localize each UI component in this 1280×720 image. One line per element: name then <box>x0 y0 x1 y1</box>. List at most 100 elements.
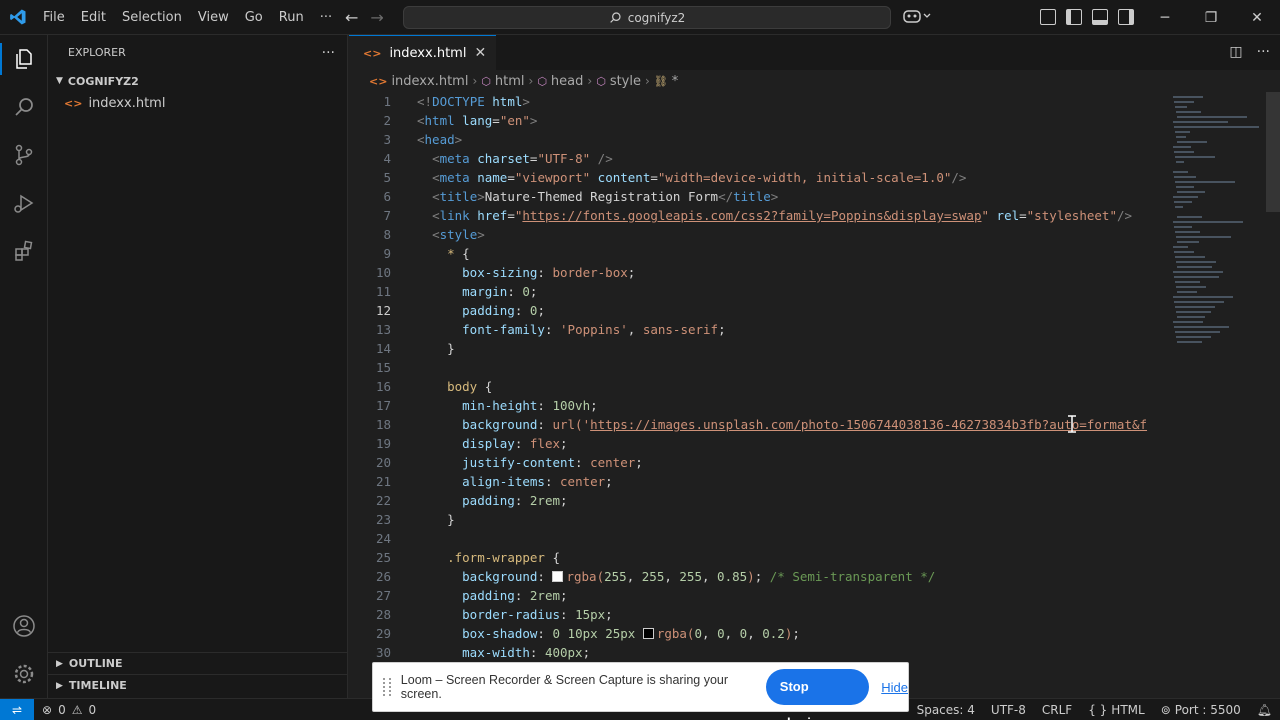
line-number: 19 <box>375 436 391 451</box>
code-line[interactable]: 11 margin: 0; <box>349 282 1169 301</box>
code-line[interactable]: 25 .form-wrapper { <box>349 548 1169 567</box>
chevron-right-icon: › <box>472 74 478 88</box>
toggle-secondary-sidebar-icon[interactable] <box>1118 9 1134 25</box>
timeline-section[interactable]: ▶ TIMELINE <box>48 674 348 696</box>
split-editor-icon[interactable]: ◫ <box>1229 44 1242 60</box>
code-line[interactable]: 22 padding: 2rem; <box>349 491 1169 510</box>
hide-link[interactable]: Hide <box>881 680 908 695</box>
breadcrumb-file[interactable]: indexx.html <box>391 74 468 89</box>
port-label: Port : 5500 <box>1174 703 1241 717</box>
close-window-icon[interactable]: ✕ <box>1234 0 1280 35</box>
code-line[interactable]: 19 display: flex; <box>349 434 1169 453</box>
code-line[interactable]: 14 } <box>349 339 1169 358</box>
minimap-line <box>1173 321 1203 323</box>
breadcrumb-html[interactable]: html <box>495 74 525 89</box>
customize-layout-icon[interactable] <box>1040 9 1056 25</box>
close-tab-icon[interactable]: ✕ <box>474 45 486 61</box>
code-line[interactable]: 2 <html lang="en"> <box>349 111 1169 130</box>
toggle-primary-sidebar-icon[interactable] <box>1066 9 1082 25</box>
code-line[interactable]: 15 <box>349 358 1169 377</box>
code-line[interactable]: 1 <!DOCTYPE html> <box>349 92 1169 111</box>
copilot-icon[interactable] <box>903 8 931 28</box>
code-line[interactable]: 18 background: url('https://images.unspl… <box>349 415 1169 434</box>
code-line[interactable]: 26 background: rgba(255, 255, 255, 0.85)… <box>349 567 1169 586</box>
code-line[interactable]: 6 <title>Nature-Themed Registration Form… <box>349 187 1169 206</box>
toggle-panel-icon[interactable] <box>1092 9 1108 25</box>
restore-icon[interactable]: ❐ <box>1188 0 1234 35</box>
menu-more[interactable]: ··· <box>312 0 340 35</box>
live-server-status[interactable]: ⊚ Port : 5500 <box>1153 699 1249 720</box>
folder-cognifyz2[interactable]: ▼ COGNIFYZ2 <box>48 70 347 92</box>
minimap-line <box>1175 106 1187 108</box>
code-line[interactable]: 13 font-family: 'Poppins', sans-serif; <box>349 320 1169 339</box>
code-line[interactable]: 28 border-radius: 15px; <box>349 605 1169 624</box>
code-line[interactable]: 24 <box>349 529 1169 548</box>
menu-selection[interactable]: Selection <box>114 0 190 35</box>
outline-section[interactable]: ▶ OUTLINE <box>48 652 348 674</box>
minimap[interactable] <box>1169 92 1269 352</box>
code-line[interactable]: 4 <meta charset="UTF-8" /> <box>349 149 1169 168</box>
minimize-icon[interactable]: ─ <box>1142 0 1188 35</box>
code-line[interactable]: 17 min-height: 100vh; <box>349 396 1169 415</box>
code-line[interactable]: 5 <meta name="viewport" content="width=d… <box>349 168 1169 187</box>
breadcrumb-selector[interactable]: * <box>672 74 679 89</box>
broadcast-icon: ⊚ <box>1160 703 1171 717</box>
code-line[interactable]: 16 body { <box>349 377 1169 396</box>
line-text: min-height: 100vh; <box>462 398 598 413</box>
breadcrumb-style[interactable]: style <box>610 74 641 89</box>
code-line[interactable]: 9 * { <box>349 244 1169 263</box>
minimap-line <box>1176 111 1201 113</box>
code-line[interactable]: 21 align-items: center; <box>349 472 1169 491</box>
code-line[interactable]: 23 } <box>349 510 1169 529</box>
eol-status[interactable]: CRLF <box>1034 699 1080 720</box>
line-text: <!DOCTYPE html> <box>417 94 530 109</box>
run-debug-icon[interactable] <box>0 179 48 227</box>
code-line[interactable]: 7 <link href="https://fonts.googleapis.c… <box>349 206 1169 225</box>
code-line[interactable]: 12 padding: 0; <box>349 301 1169 320</box>
minimap-line <box>1177 266 1212 268</box>
chevron-right-icon: ▶ <box>56 680 63 691</box>
tab-indexx-html[interactable]: <> indexx.html ✕ <box>349 35 497 70</box>
remote-indicator-icon[interactable]: ⇌ <box>0 698 34 720</box>
code-editor[interactable]: 1 <!DOCTYPE html> 2 <html lang="en"> 3 <head>… <box>349 92 1169 698</box>
explorer-icon[interactable] <box>0 35 48 83</box>
code-line[interactable]: 8 <style> <box>349 225 1169 244</box>
code-line[interactable]: 3 <head> <box>349 130 1169 149</box>
line-text: background: url('https://images.unsplash… <box>462 417 1148 432</box>
menu-view[interactable]: View <box>190 0 237 35</box>
code-line[interactable]: 30 max-width: 400px; <box>349 643 1169 662</box>
code-line[interactable]: 10 box-sizing: border-box; <box>349 263 1169 282</box>
title-bar: File Edit Selection View Go Run ··· ← → … <box>0 0 1280 35</box>
line-number: 17 <box>375 398 391 413</box>
forward-arrow-icon[interactable]: → <box>370 8 383 27</box>
accounts-icon[interactable] <box>0 602 48 650</box>
breadcrumb-head[interactable]: head <box>551 74 583 89</box>
settings-gear-icon[interactable] <box>0 650 48 698</box>
menu-edit[interactable]: Edit <box>73 0 114 35</box>
source-control-icon[interactable] <box>0 131 48 179</box>
command-center-search[interactable]: cognifyz2 <box>403 6 891 29</box>
errors-count[interactable]: 0 <box>58 703 66 717</box>
line-number: 16 <box>375 379 391 394</box>
code-line[interactable]: 20 justify-content: center; <box>349 453 1169 472</box>
stop-sharing-button[interactable]: Stop sharing <box>765 669 870 720</box>
back-arrow-icon[interactable]: ← <box>345 8 358 27</box>
code-line[interactable]: 29 box-shadow: 0 10px 25px rgba(0, 0, 0,… <box>349 624 1169 643</box>
extensions-icon[interactable] <box>0 227 48 275</box>
menu-go[interactable]: Go <box>237 0 271 35</box>
indentation-status[interactable]: Spaces: 4 <box>909 699 983 720</box>
more-actions-icon[interactable]: ··· <box>1257 44 1270 60</box>
minimap-line <box>1173 296 1233 298</box>
code-line[interactable]: 27 padding: 2rem; <box>349 586 1169 605</box>
language-status[interactable]: { } HTML <box>1080 699 1153 720</box>
drag-handle-icon[interactable] <box>383 678 391 696</box>
more-actions-icon[interactable]: ··· <box>322 45 335 61</box>
warnings-count[interactable]: 0 <box>88 703 96 717</box>
menu-run[interactable]: Run <box>271 0 312 35</box>
editor-scrollbar[interactable] <box>1266 92 1280 212</box>
search-view-icon[interactable] <box>0 83 48 131</box>
file-indexx-html[interactable]: <> indexx.html <box>48 92 347 114</box>
notifications-bell-icon[interactable]: 🔔︎ <box>1249 699 1280 720</box>
encoding-status[interactable]: UTF-8 <box>983 699 1034 720</box>
menu-file[interactable]: File <box>35 0 73 35</box>
